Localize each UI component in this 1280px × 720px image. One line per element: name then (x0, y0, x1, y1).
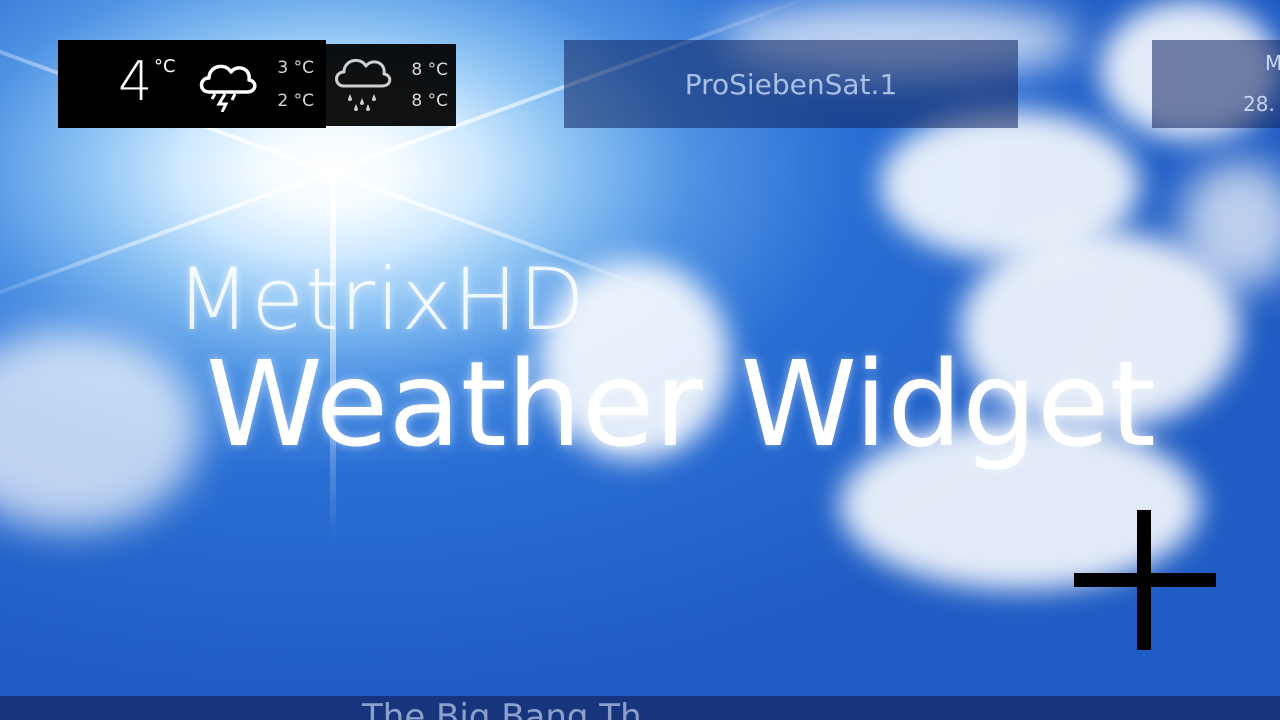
today-high: 3 °C (277, 58, 314, 78)
temperature-unit: °C (154, 56, 176, 77)
weather-widget: 4 °C 3 °C 2 °C 8 °C 8 °C (58, 40, 456, 128)
channel-name: ProSiebenSat.1 (684, 67, 898, 101)
current-temperature: 4 (118, 50, 154, 113)
current-weather-panel: 4 °C 3 °C 2 °C (58, 40, 326, 128)
now-playing-title: The Big Bang Th (362, 697, 642, 720)
rain-cloud-icon (332, 52, 392, 116)
clock-panel: M 28. (1152, 40, 1280, 128)
clock-line-1: M (1265, 51, 1280, 75)
clock-line-2: 28. (1243, 92, 1275, 116)
plus-icon-horizontal (1074, 573, 1216, 587)
title-line-2: Weather Widget (206, 335, 1156, 473)
tomorrow-low: 8 °C (411, 91, 448, 111)
thunderstorm-cloud-icon (195, 54, 257, 116)
channel-name-bar: ProSiebenSat.1 (564, 40, 1018, 128)
today-low: 2 °C (277, 91, 314, 111)
now-playing-bar: The Big Bang Th (0, 696, 1280, 720)
tomorrow-high: 8 °C (411, 60, 448, 80)
forecast-panel: 8 °C 8 °C (326, 44, 456, 126)
cloud (0, 330, 200, 530)
